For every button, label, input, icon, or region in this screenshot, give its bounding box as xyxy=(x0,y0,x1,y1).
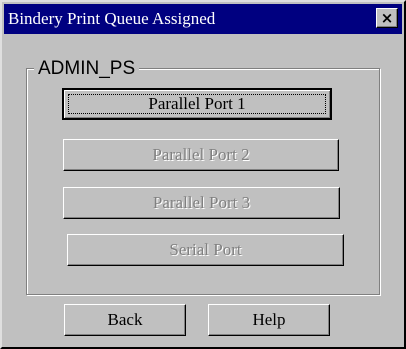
close-button[interactable]: × xyxy=(376,8,398,28)
title-bar[interactable]: Bindery Print Queue Assigned × xyxy=(4,4,402,34)
parallel-port-2-label: Parallel Port 2 xyxy=(152,145,250,164)
help-label: Help xyxy=(252,310,286,329)
group-label: ADMIN_PS xyxy=(34,58,140,80)
serial-port-button[interactable]: Serial Port xyxy=(67,234,344,266)
parallel-port-3-label: Parallel Port 3 xyxy=(152,193,251,212)
parallel-port-1-label: Parallel Port 1 xyxy=(148,94,246,113)
back-button[interactable]: Back xyxy=(64,304,186,336)
dialog-window: Bindery Print Queue Assigned × ADMIN_PS … xyxy=(0,0,406,349)
parallel-port-3-button[interactable]: Parallel Port 3 xyxy=(63,187,340,219)
parallel-port-1-button[interactable]: Parallel Port 1 xyxy=(62,88,332,120)
back-label: Back xyxy=(107,310,143,329)
close-icon: × xyxy=(380,9,394,27)
parallel-port-2-button[interactable]: Parallel Port 2 xyxy=(63,139,339,171)
serial-port-label: Serial Port xyxy=(169,240,242,259)
window-title: Bindery Print Queue Assigned xyxy=(8,9,216,28)
help-button[interactable]: Help xyxy=(208,304,330,336)
